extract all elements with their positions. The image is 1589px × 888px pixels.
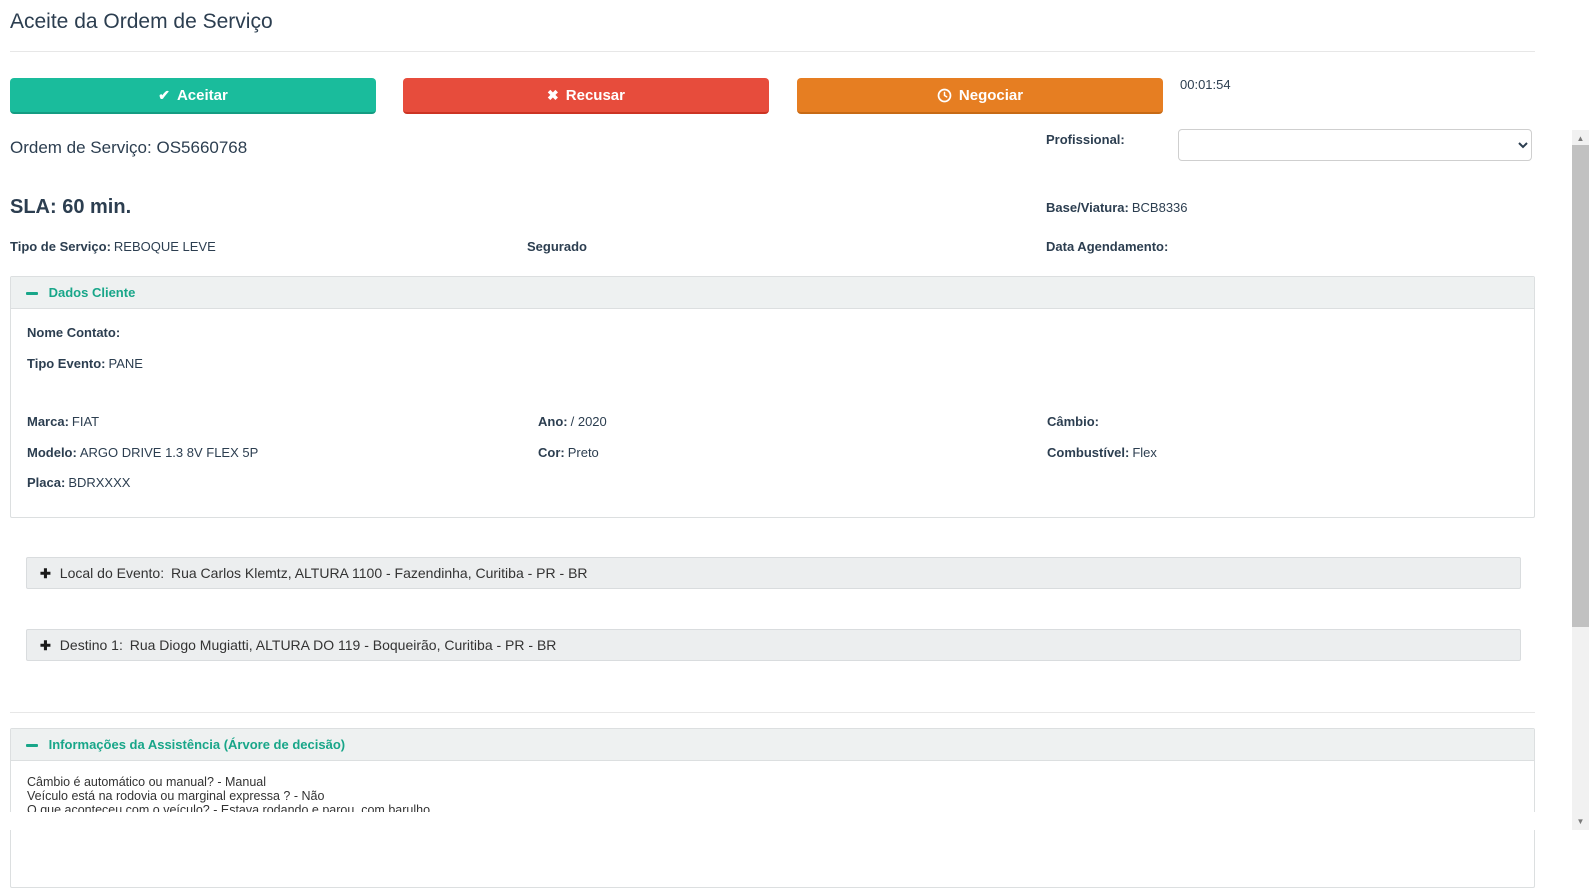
decision-tree-line: Veículo está na rodovia ou marginal expr… bbox=[27, 789, 1518, 803]
x-icon: ✖ bbox=[547, 87, 559, 104]
countdown-timer: 00:01:54 bbox=[1180, 77, 1231, 92]
professional-select[interactable] bbox=[1178, 129, 1532, 161]
scrollbar-thumb[interactable] bbox=[1572, 145, 1589, 627]
service-type-field: Tipo de Serviço:REBOQUE LEVE bbox=[10, 239, 216, 254]
destination-label: Destino 1: bbox=[60, 637, 123, 653]
schedule-date-field: Data Agendamento: bbox=[1046, 239, 1171, 254]
collapse-minus-icon bbox=[26, 744, 38, 747]
content-clip-mask bbox=[0, 812, 1570, 830]
event-type-field: Tipo Evento:PANE bbox=[27, 356, 143, 371]
year-field: Ano:/ 2020 bbox=[538, 414, 607, 429]
accept-button-label: Aceitar bbox=[177, 87, 228, 104]
check-icon: ✔ bbox=[158, 87, 170, 104]
sla-text: SLA: 60 min. bbox=[10, 196, 131, 219]
gearbox-field: Câmbio: bbox=[1047, 414, 1102, 429]
negotiate-button[interactable]: Negociar bbox=[797, 78, 1163, 114]
color-field: Cor:Preto bbox=[538, 445, 599, 460]
plus-icon: ✚ bbox=[40, 638, 51, 653]
assistance-info-panel: Informações da Assistência (Árvore de de… bbox=[10, 728, 1535, 888]
fuel-field: Combustível:Flex bbox=[1047, 445, 1157, 460]
contact-name-field: Nome Contato: bbox=[27, 325, 123, 340]
section-divider bbox=[10, 712, 1535, 713]
order-number-label: Ordem de Serviço: bbox=[10, 138, 152, 157]
assistance-section-title: Informações da Assistência (Árvore de de… bbox=[49, 737, 345, 752]
base-viatura-field: Base/Viatura:BCB8336 bbox=[1046, 200, 1188, 215]
title-divider bbox=[10, 51, 1535, 52]
client-data-section-title: Dados Cliente bbox=[49, 285, 136, 300]
professional-label: Profissional: bbox=[1046, 132, 1125, 147]
plus-icon: ✚ bbox=[40, 566, 51, 581]
plate-field: Placa:BDRXXXX bbox=[27, 475, 130, 490]
destination-address: Rua Diogo Mugiatti, ALTURA DO 119 - Boqu… bbox=[130, 637, 557, 653]
decision-tree-line: Câmbio é automático ou manual? - Manual bbox=[27, 775, 1518, 789]
refuse-button-label: Recusar bbox=[566, 87, 625, 104]
event-location-label: Local do Evento: bbox=[60, 565, 164, 581]
event-location-bar[interactable]: ✚ Local do Evento: Rua Carlos Klemtz, AL… bbox=[26, 557, 1521, 589]
page-title: Aceite da Ordem de Serviço bbox=[10, 10, 273, 34]
accept-button[interactable]: ✔ Aceitar bbox=[10, 78, 376, 114]
negotiate-button-label: Negociar bbox=[959, 87, 1023, 104]
brand-field: Marca:FIAT bbox=[27, 414, 99, 429]
destination-bar[interactable]: ✚ Destino 1: Rua Diogo Mugiatti, ALTURA … bbox=[26, 629, 1521, 661]
assistance-section-header[interactable]: Informações da Assistência (Árvore de de… bbox=[11, 729, 1534, 761]
clock-icon bbox=[937, 88, 952, 103]
client-data-section-header[interactable]: Dados Cliente bbox=[11, 277, 1534, 309]
decision-tree-answers: Câmbio é automático ou manual? - Manual … bbox=[11, 761, 1534, 817]
event-location-address: Rua Carlos Klemtz, ALTURA 1100 - Fazendi… bbox=[171, 565, 588, 581]
collapse-minus-icon bbox=[26, 292, 38, 295]
order-number: Ordem de Serviço: OS5660768 bbox=[10, 138, 247, 158]
order-number-value: OS5660768 bbox=[156, 138, 247, 157]
vertical-scrollbar[interactable]: ▲ ▼ bbox=[1572, 130, 1589, 830]
insured-label: Segurado bbox=[527, 239, 587, 254]
refuse-button[interactable]: ✖ Recusar bbox=[403, 78, 769, 114]
scroll-down-arrow-icon[interactable]: ▼ bbox=[1572, 813, 1589, 830]
model-field: Modelo:ARGO DRIVE 1.3 8V FLEX 5P bbox=[27, 445, 258, 460]
client-data-panel: Dados Cliente Nome Contato: Tipo Evento:… bbox=[10, 276, 1535, 518]
